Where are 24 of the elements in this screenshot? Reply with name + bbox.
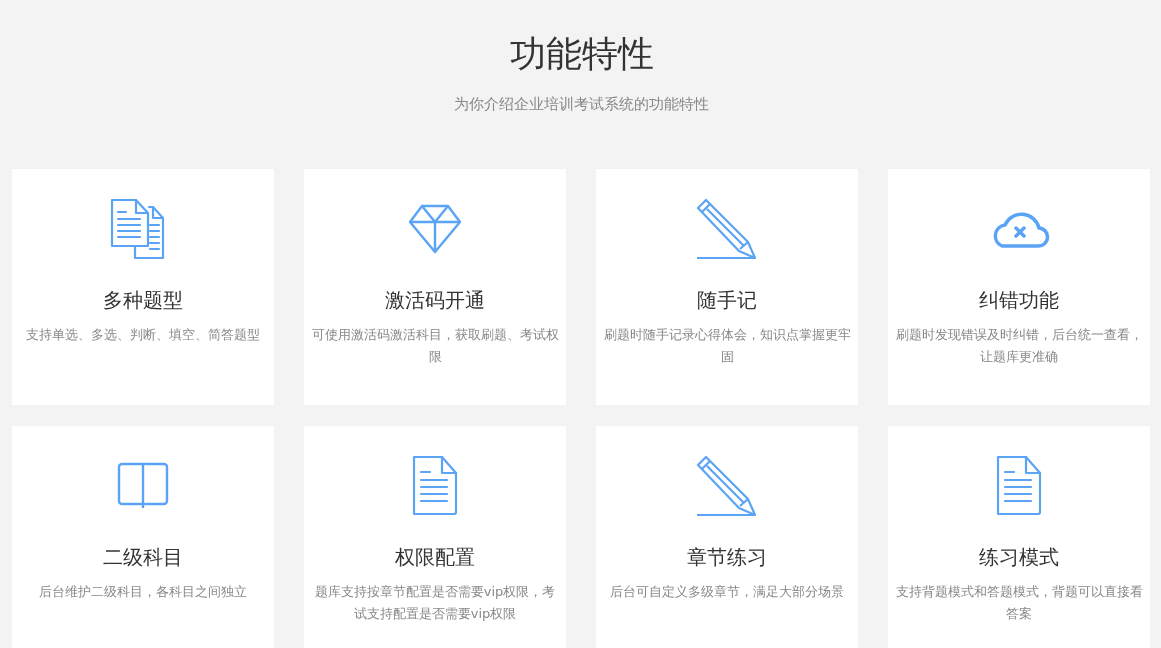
document-icon — [411, 455, 459, 517]
feature-title: 二级科目 — [103, 544, 183, 571]
feature-description: 可使用激活码激活科目，获取刷题、考试权限 — [310, 326, 560, 366]
feature-description: 题库支持按章节配置是否需要vip权限，考试支持配置是否需要vip权限 — [313, 583, 557, 623]
document-icon — [995, 455, 1043, 517]
feature-title: 章节练习 — [687, 544, 767, 571]
book-icon — [117, 462, 169, 510]
feature-title: 多种题型 — [103, 287, 183, 314]
diamond-icon — [408, 204, 462, 254]
feature-description: 刷题时随手记录心得体会，知识点掌握更牢固 — [602, 326, 852, 366]
feature-description: 支持背题模式和答题模式，背题可以直接看答案 — [894, 583, 1144, 623]
feature-description: 支持单选、多选、判断、填空、简答题型 — [25, 326, 261, 344]
pencil-icon — [696, 198, 758, 260]
pencil-icon — [696, 455, 758, 517]
feature-description: 刷题时发现错误及时纠错，后台统一查看，让题库更准确 — [894, 326, 1144, 366]
feature-description: 后台可自定义多级章节，满足大部分场景 — [609, 583, 845, 601]
feature-title: 随手记 — [697, 287, 757, 314]
feature-title: 激活码开通 — [385, 287, 485, 314]
feature-title: 纠错功能 — [979, 287, 1059, 314]
feature-description: 后台维护二级科目，各科目之间独立 — [38, 583, 248, 601]
section-subtitle: 为你介绍企业培训考试系统的功能特性 — [454, 95, 709, 114]
feature-title: 权限配置 — [395, 544, 475, 571]
feature-title: 练习模式 — [979, 544, 1059, 571]
section-title: 功能特性 — [509, 32, 654, 76]
